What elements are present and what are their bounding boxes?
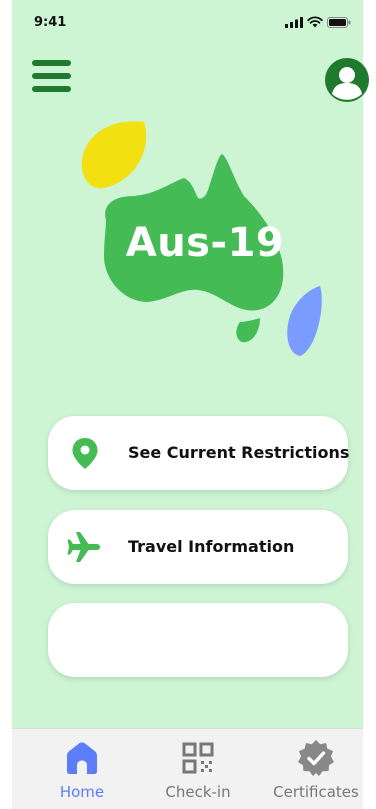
card-label: Travel Information [128,537,295,556]
tab-certificates-label: Certificates [273,783,359,801]
aus19-logo: Aus-19 [76,110,356,370]
logo-title: Aus-19 [125,220,285,266]
qr-code-icon [182,742,214,774]
wifi-icon [307,16,323,28]
travel-information-button[interactable]: Travel Information [48,510,348,584]
cellular-signal-icon [285,16,303,28]
battery-icon [327,16,351,28]
phone-frame: 9:41 Aus-19 See Current Restrictions Tra… [0,0,376,809]
tab-home[interactable]: Home [40,729,124,809]
see-current-restrictions-button[interactable]: See Current Restrictions [48,416,350,490]
tab-check-in-label: Check-in [165,783,231,801]
status-bar: 9:41 [12,0,363,44]
location-pin-icon [72,438,98,469]
verified-badge-icon [298,740,334,776]
status-time: 9:41 [34,15,67,30]
user-profile-icon[interactable] [325,58,369,102]
tab-check-in[interactable]: Check-in [154,729,242,809]
airplane-icon [67,532,100,562]
tab-bar: Home Check-in Certificates [12,728,363,809]
home-screen: 9:41 Aus-19 See Current Restrictions Tra… [12,0,369,728]
tab-certificates[interactable]: Certificates [266,729,366,809]
empty-card-button[interactable] [48,603,348,677]
tab-home-label: Home [59,783,105,801]
menu-icon[interactable] [32,60,72,94]
status-icons [285,16,351,28]
card-label: See Current Restrictions [128,443,350,462]
home-icon [67,742,97,774]
